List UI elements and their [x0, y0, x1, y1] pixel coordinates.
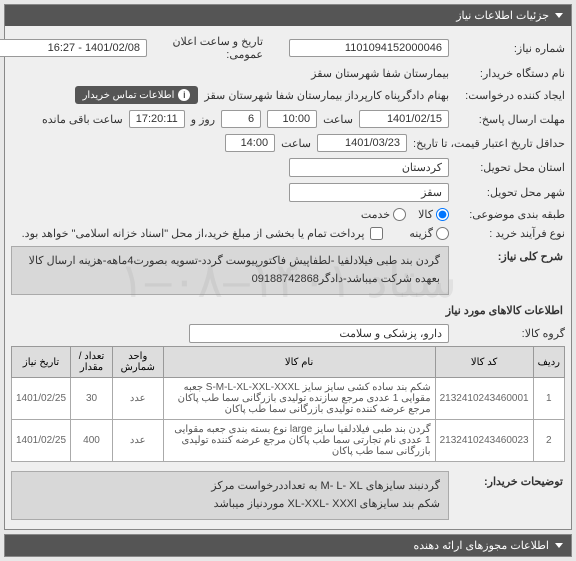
province-label: استان محل تحویل: — [455, 161, 565, 174]
cell-qty: 400 — [71, 420, 113, 462]
table-row[interactable]: 1 2132410243460001 شکم بند ساده کشی سایز… — [12, 378, 565, 420]
requester-label: ایجاد کننده درخواست: — [455, 89, 565, 102]
cell-name: شکم بند ساده کشی سایز سایز S-M-L-XL-XXL-… — [163, 378, 435, 420]
day-label: روز و — [191, 113, 215, 126]
city-label: شهر محل تحویل: — [455, 186, 565, 199]
days-remain: 6 — [221, 110, 261, 128]
summary-text: گردن بند طبی فیلادلفیا -لطفاپیش فاکتورپی… — [11, 246, 449, 295]
cell-idx: 1 — [533, 378, 564, 420]
radio-service[interactable]: خدمت — [361, 208, 406, 221]
chevron-down-icon — [555, 543, 563, 548]
time-label-2: ساعت — [281, 137, 311, 150]
goods-section-title: اطلاعات کالاهای مورد نیاز — [13, 304, 563, 317]
radio-proc-1[interactable]: گزینه — [409, 227, 449, 240]
table-row[interactable]: 2 2132410243460023 گردن بند طبی فیلادلفی… — [12, 420, 565, 462]
need-no-value: 1101094152000046 — [289, 39, 449, 57]
radio-good-input[interactable] — [436, 208, 449, 221]
cell-code: 2132410243460001 — [435, 378, 533, 420]
th-name: نام کالا — [163, 347, 435, 378]
deadline-date: 1401/02/15 — [359, 110, 449, 128]
validity-time: 14:00 — [225, 134, 275, 152]
announce-label: تاریخ و ساعت اعلان عمومی: — [153, 35, 263, 61]
footer-panel: اطلاعات مجوزهای ارائه دهنده — [4, 534, 572, 557]
info-icon: i — [178, 89, 190, 101]
payment-checkbox[interactable] — [370, 227, 383, 240]
summary-label: شرح کلی نیاز: — [455, 246, 565, 267]
goods-group-value: دارو، پزشکی و سلامت — [189, 324, 449, 343]
panel-header[interactable]: جزئیات اطلاعات نیاز — [5, 5, 571, 26]
package-radio-group: کالا خدمت — [361, 208, 449, 221]
main-panel: جزئیات اطلاعات نیاز شماره نیاز: 11010941… — [4, 4, 572, 530]
deadline-label: مهلت ارسال پاسخ: — [455, 113, 565, 126]
city-value: سقز — [289, 183, 449, 202]
footer-title: اطلاعات مجوزهای ارائه دهنده — [413, 539, 549, 552]
payment-checkbox-row: پرداخت تمام یا بخشی از مبلغ خرید،از محل … — [22, 227, 384, 240]
radio-good[interactable]: کالا — [418, 208, 449, 221]
goods-table: ردیف کد کالا نام کالا واحد شمارش تعداد /… — [11, 346, 565, 462]
deadline-time: 10:00 — [267, 110, 317, 128]
cell-idx: 2 — [533, 420, 564, 462]
contact-btn-label: اطلاعات تماس خریدار — [83, 90, 175, 101]
th-date: تاریخ نیاز — [12, 347, 71, 378]
validity-date: 1401/03/23 — [317, 134, 407, 152]
time-label-1: ساعت — [323, 113, 353, 126]
buyer-org-label: نام دستگاه خریدار: — [455, 67, 565, 80]
radio-service-input[interactable] — [393, 208, 406, 221]
panel-body: شماره نیاز: 1101094152000046 تاریخ و ساع… — [5, 26, 571, 529]
th-idx: ردیف — [533, 347, 564, 378]
package-label: طبقه بندی موضوعی: — [455, 208, 565, 221]
goods-group-label: گروه کالا: — [455, 327, 565, 340]
th-qty: تعداد / مقدار — [71, 347, 113, 378]
process-radio-group: گزینه — [409, 227, 449, 240]
notes-text: گردنبند سایزهای M- L- XL به تعداددرخواست… — [11, 471, 449, 520]
buyer-org-value: بیمارستان شفا شهرستان سقز — [311, 67, 449, 80]
contact-info-button[interactable]: i اطلاعات تماس خریدار — [75, 86, 199, 104]
validity-label: حداقل تاریخ اعتبار قیمت، تا تاریخ: — [413, 137, 565, 150]
requester-value: بهنام دادگرپناه کارپرداز بیمارستان شفا ش… — [204, 89, 449, 102]
cell-qty: 30 — [71, 378, 113, 420]
payment-note: پرداخت تمام یا بخشی از مبلغ خرید،از محل … — [22, 227, 365, 240]
cell-unit: عدد — [112, 378, 163, 420]
panel-title: جزئیات اطلاعات نیاز — [456, 9, 549, 22]
footer-panel-header[interactable]: اطلاعات مجوزهای ارائه دهنده — [5, 535, 571, 556]
cell-date: 1401/02/25 — [12, 378, 71, 420]
chevron-down-icon — [555, 13, 563, 18]
cell-date: 1401/02/25 — [12, 420, 71, 462]
cell-unit: عدد — [112, 420, 163, 462]
th-unit: واحد شمارش — [112, 347, 163, 378]
hours-remain: 17:20:11 — [129, 110, 185, 128]
radio-proc-1-input[interactable] — [436, 227, 449, 240]
notes-label: توضیحات خریدار: — [455, 471, 565, 492]
hours-remain-label: ساعت باقی مانده — [42, 113, 123, 126]
need-no-label: شماره نیاز: — [455, 42, 565, 55]
announce-value: 1401/02/08 - 16:27 — [0, 39, 147, 57]
process-label: نوع فرآیند خرید : — [455, 227, 565, 240]
cell-code: 2132410243460023 — [435, 420, 533, 462]
cell-name: گردن بند طبی فیلادلفیا سایز large نوع بس… — [163, 420, 435, 462]
province-value: کردستان — [289, 158, 449, 177]
th-code: کد کالا — [435, 347, 533, 378]
